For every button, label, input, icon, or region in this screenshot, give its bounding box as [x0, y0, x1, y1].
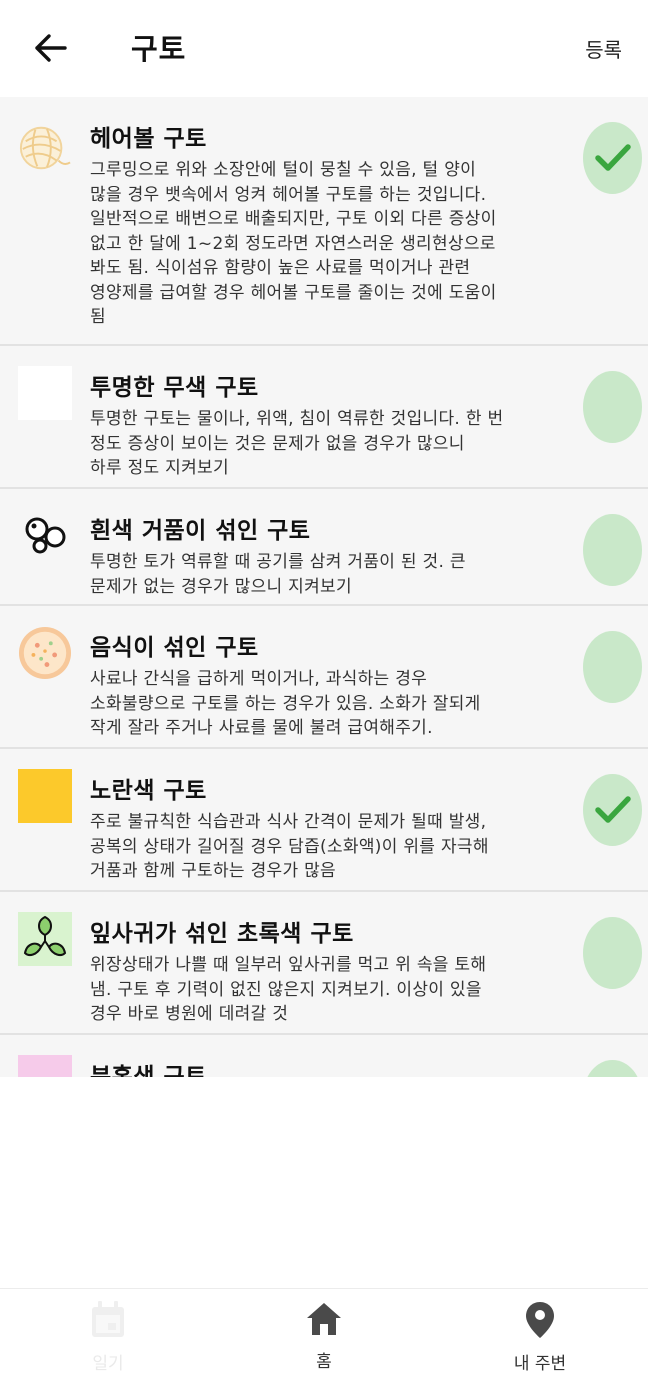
home-icon — [307, 1303, 341, 1335]
select-check-button[interactable] — [583, 122, 642, 194]
item-description: 주로 불규칙한 식습관과 식사 간격이 문제가 될때 발생, 공복의 상태가 길… — [90, 812, 489, 881]
clear-color-swatch — [18, 366, 72, 420]
page-title: 구토 — [131, 32, 187, 66]
yellow-color-swatch — [18, 769, 72, 823]
list-item-pink[interactable]: 분홍색 구토 — [0, 1035, 648, 1077]
select-check-button[interactable] — [583, 774, 642, 846]
checkmark-icon — [594, 796, 631, 823]
list-item-white-foam[interactable]: 흰색 거품이 섞인 구토 투명한 토가 역류할 때 공기를 삼켜 거품이 된 것… — [0, 489, 648, 606]
item-description: 투명한 구토는 물이나, 위액, 침이 역류한 것입니다. 한 번 정도 증상이… — [90, 409, 504, 478]
top-app-bar: 구토 등록 — [0, 0, 648, 97]
list-item-food[interactable]: 음식이 섞인 구토 사료나 간식을 급하게 먹이거나, 과식하는 경우 소화불량… — [0, 606, 648, 749]
register-button[interactable]: 등록 — [585, 34, 622, 63]
select-check-button[interactable] — [583, 631, 642, 703]
calendar-icon — [92, 1301, 124, 1337]
select-check-button[interactable] — [583, 514, 642, 586]
nav-nearby[interactable]: 내 주변 — [470, 1301, 610, 1374]
leaves-icon — [18, 912, 72, 966]
item-title: 헤어볼 구토 — [90, 126, 207, 152]
list-item-yellow[interactable]: 노란색 구토 주로 불규칙한 식습관과 식사 간격이 문제가 될때 발생, 공복… — [0, 749, 648, 892]
select-check-button[interactable] — [583, 371, 642, 443]
nav-diary[interactable]: 일기 — [38, 1301, 178, 1374]
item-description: 위장상태가 나쁠 때 일부러 잎사귀를 먹고 위 속을 토해 냄. 구토 후 기… — [90, 955, 487, 1024]
vomit-type-list[interactable]: 헤어볼 구토 그루밍으로 위와 소장안에 털이 뭉칠 수 있음, 털 양이 많을… — [0, 97, 648, 1077]
select-check-button[interactable] — [583, 1060, 642, 1077]
app-screen: 구토 등록 헤어볼 구토 그루밍으로 위와 소장안에 털이 뭉칠 수 있음, 털… — [0, 0, 648, 1390]
nav-diary-label: 일기 — [92, 1354, 124, 1374]
select-check-button[interactable] — [583, 917, 642, 989]
yarn-ball-icon — [18, 121, 72, 175]
item-title: 흰색 거품이 섞인 구토 — [90, 518, 311, 544]
item-description: 투명한 토가 역류할 때 공기를 삼켜 거품이 된 것. 큰 문제가 없는 경우… — [90, 552, 466, 597]
location-pin-icon — [526, 1302, 554, 1338]
bubbles-icon — [18, 509, 72, 563]
item-title: 음식이 섞인 구토 — [90, 635, 259, 661]
nav-home-label: 홈 — [316, 1352, 332, 1372]
list-item-green-leaves[interactable]: 잎사귀가 섞인 초록색 구토 위장상태가 나쁠 때 일부러 잎사귀를 먹고 위 … — [0, 892, 648, 1035]
pizza-food-icon — [18, 626, 72, 680]
pink-color-swatch — [18, 1055, 72, 1077]
nav-home[interactable]: 홈 — [254, 1301, 394, 1372]
item-description: 사료나 간식을 급하게 먹이거나, 과식하는 경우 소화불량으로 구토를 하는 … — [90, 669, 481, 738]
item-title: 잎사귀가 섞인 초록색 구토 — [90, 921, 354, 947]
item-title: 분홍색 구토 — [90, 1064, 207, 1077]
checkmark-icon — [594, 144, 631, 171]
item-title: 투명한 무색 구토 — [90, 375, 259, 401]
item-description: 그루밍으로 위와 소장안에 털이 뭉칠 수 있음, 털 양이 많을 경우 뱃속에… — [90, 160, 497, 327]
bottom-navigation: 일기 홈 내 주변 — [0, 1288, 648, 1390]
list-item-clear[interactable]: 투명한 무색 구토 투명한 구토는 물이나, 위액, 침이 역류한 것입니다. … — [0, 346, 648, 489]
list-item-hairball[interactable]: 헤어볼 구토 그루밍으로 위와 소장안에 털이 뭉칠 수 있음, 털 양이 많을… — [0, 97, 648, 346]
item-title: 노란색 구토 — [90, 778, 207, 804]
back-button[interactable] — [26, 24, 74, 72]
arrow-left-icon — [35, 34, 67, 62]
nav-nearby-label: 내 주변 — [513, 1354, 567, 1374]
